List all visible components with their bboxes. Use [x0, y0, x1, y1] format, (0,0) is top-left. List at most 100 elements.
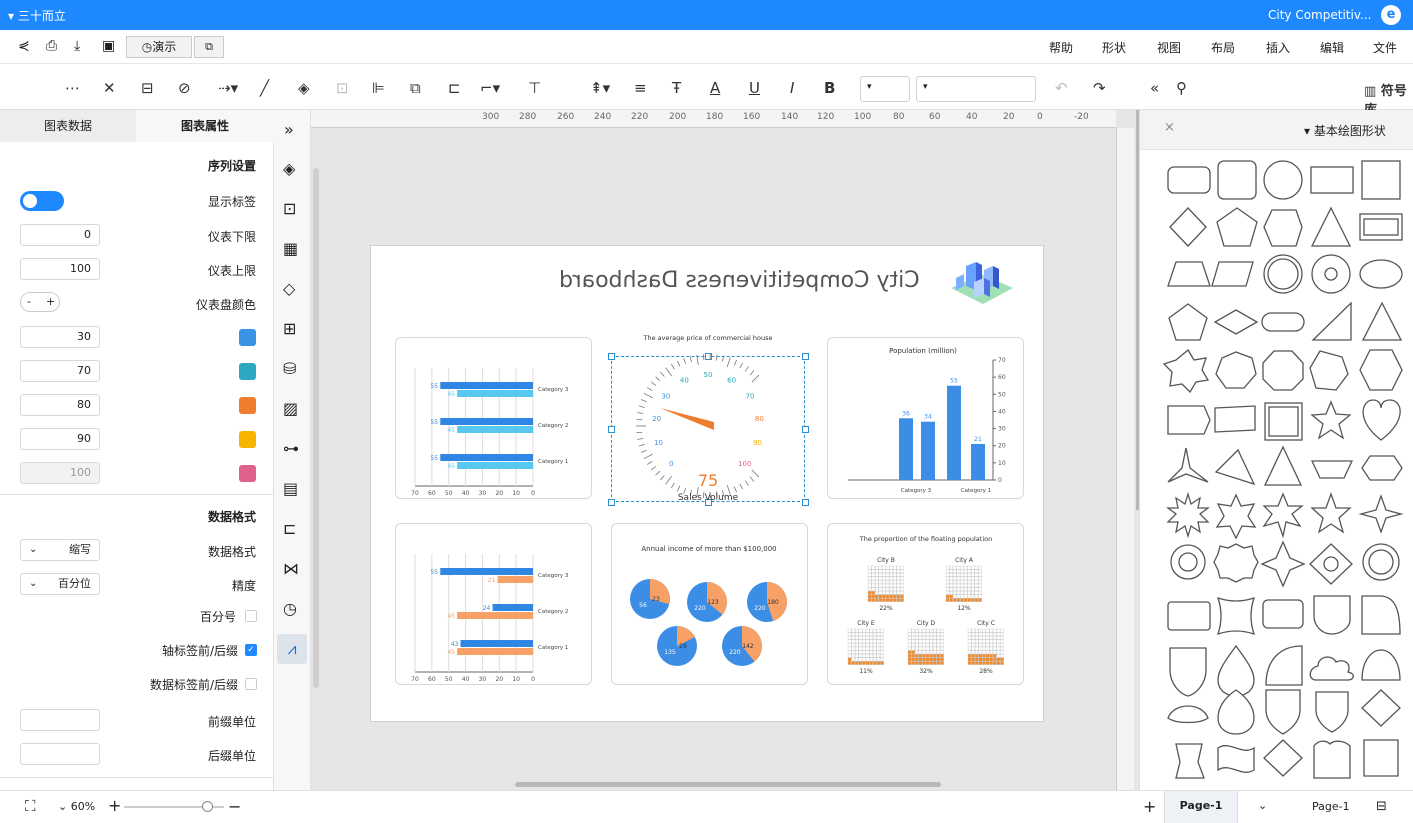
percent-sign-checkbox[interactable]	[245, 610, 257, 622]
zoom-level[interactable]: ⌄ 60%	[58, 800, 95, 813]
search-icon[interactable]: ⚲	[1176, 79, 1187, 97]
font-size-select[interactable]: ▾	[860, 76, 910, 102]
fill-icon[interactable]: ◈	[298, 79, 310, 97]
vertical-scrollbar[interactable]	[1136, 110, 1139, 510]
threshold-color-3[interactable]	[239, 397, 256, 414]
presentation-icon[interactable]: ⊞	[283, 319, 296, 338]
color-stepper[interactable]: - +	[20, 292, 60, 312]
left-scrollbar[interactable]	[313, 168, 319, 688]
axis-affix-checkbox[interactable]: ✓	[245, 644, 257, 656]
threshold-color-4[interactable]	[239, 431, 256, 448]
threshold-color-1[interactable]	[239, 329, 256, 346]
horizontal-scrollbar[interactable]	[515, 782, 941, 787]
menu-shape[interactable]: 形状	[1102, 39, 1126, 56]
present-button[interactable]: ◷演示	[126, 36, 192, 58]
library-category-title[interactable]: ▾ 基本绘图形状	[1304, 122, 1386, 139]
user-menu[interactable]: ▾ 三十而立	[8, 7, 66, 24]
share-icon[interactable]: ⋞	[18, 38, 30, 54]
line-spacing-icon[interactable]: ⇞▾	[590, 79, 610, 97]
database-icon[interactable]: ⛁	[283, 359, 296, 378]
fit-screen-icon[interactable]: ⛶	[25, 797, 36, 815]
collapse-left-icon[interactable]: «	[1150, 79, 1159, 97]
zoom-out-icon[interactable]: −	[228, 797, 241, 816]
font-color-icon[interactable]: A	[710, 79, 720, 97]
connector-icon[interactable]: ⌐▾	[480, 79, 500, 97]
menu-file[interactable]: 文件	[1373, 39, 1397, 56]
menu-view[interactable]: 视图	[1157, 39, 1181, 56]
page-icon[interactable]: ▤	[283, 479, 298, 498]
line-color-icon[interactable]: ╱	[260, 79, 269, 97]
distribute-icon[interactable]: ⊫	[372, 79, 385, 97]
tab-chart-properties[interactable]: 图表属性	[136, 110, 274, 142]
gauge-upper-input[interactable]: 100	[20, 258, 100, 280]
plus-button[interactable]: +	[46, 295, 55, 308]
image-icon[interactable]: ▨	[283, 399, 298, 418]
zoom-slider-thumb[interactable]	[202, 801, 213, 812]
underline-icon[interactable]: U	[749, 79, 760, 97]
data-format-select[interactable]: ⌄缩写	[20, 539, 100, 561]
page-selector[interactable]: Page-1	[1312, 800, 1350, 813]
group-icon[interactable]: ⊡	[336, 79, 349, 97]
history-icon[interactable]: ◷	[283, 599, 297, 618]
menu-help[interactable]: 帮助	[1049, 39, 1073, 56]
more-icon[interactable]: ⋯	[65, 79, 80, 97]
redo-icon[interactable]: ↷	[1093, 79, 1106, 97]
horizontal-bar-card-1[interactable]: 010203040506070Category 1Category 2Categ…	[395, 337, 592, 499]
menu-insert[interactable]: 插入	[1266, 39, 1290, 56]
show-label-toggle[interactable]	[20, 191, 64, 211]
download-icon[interactable]: ⤓	[74, 38, 80, 54]
prefix-unit-input[interactable]	[20, 709, 100, 731]
org-chart-icon[interactable]: ⊶	[283, 439, 299, 458]
add-page-button[interactable]: +	[1143, 797, 1156, 816]
horizontal-bar-card-2[interactable]: 010203040506070Category 1Category 2Categ…	[395, 523, 592, 685]
floating-population-card[interactable]: The proportion of the floating populatio…	[827, 523, 1024, 685]
suffix-unit-input[interactable]	[20, 743, 100, 765]
collapse-right-icon[interactable]: »	[284, 120, 294, 139]
menu-edit[interactable]: 编辑	[1320, 39, 1344, 56]
page-layout-icon[interactable]: ⊟	[1376, 799, 1387, 814]
chevron-down-icon[interactable]: ⌄	[1258, 799, 1267, 812]
threshold-color-2[interactable]	[239, 363, 256, 380]
italic-icon[interactable]: I	[790, 79, 794, 97]
threshold-input-2[interactable]: 70	[20, 360, 100, 382]
minus-button[interactable]: -	[27, 295, 31, 308]
font-family-select[interactable]: ▾	[916, 76, 1036, 102]
arrange-icon[interactable]: ⧉	[410, 79, 421, 97]
connector-style-icon[interactable]: ⊏	[283, 519, 296, 538]
mindmap-icon[interactable]: ⋈	[283, 559, 299, 578]
align-icon[interactable]: ≡	[634, 79, 647, 97]
undo-icon[interactable]: ↶	[1055, 79, 1068, 97]
fullscreen-icon[interactable]: ⧉	[194, 36, 224, 58]
chart-icon[interactable]: ⩘	[277, 634, 307, 664]
page-tab[interactable]: Page-1	[1164, 791, 1238, 823]
precision-select[interactable]: ⌄百分位	[20, 573, 100, 595]
shape-style-icon[interactable]: ⊡	[283, 199, 296, 218]
threshold-input-4[interactable]: 90	[20, 428, 100, 450]
layers-icon[interactable]: ◇	[283, 279, 295, 298]
close-icon[interactable]: ×	[1164, 120, 1175, 135]
line-style-icon[interactable]: ⇢▾	[218, 79, 238, 97]
print-icon[interactable]: ⎙	[46, 38, 57, 54]
textbox-icon[interactable]: ⊤	[528, 79, 541, 97]
dashboard-page[interactable]: City Competitiveness Dashboard Populatio…	[370, 245, 1044, 722]
threshold-input-1[interactable]: 30	[20, 326, 100, 348]
canvas-area[interactable]: -20 0 20 40 60 80 100 120 140 160 180 20…	[311, 110, 1139, 790]
save-icon[interactable]: ▣	[102, 38, 115, 54]
data-affix-checkbox[interactable]	[245, 678, 257, 690]
shadow-icon[interactable]: ⊘	[178, 79, 191, 97]
zoom-in-icon[interactable]: +	[108, 796, 121, 815]
gauge-lower-input[interactable]: 0	[20, 224, 100, 246]
grid-icon[interactable]: ▦	[283, 239, 298, 258]
tools-icon[interactable]: ✕	[103, 79, 116, 97]
shapes-grid[interactable]	[1140, 150, 1413, 790]
lock-icon[interactable]: ⊟	[141, 79, 154, 97]
tab-chart-data[interactable]: 图表数据	[0, 110, 136, 142]
threshold-color-5[interactable]	[239, 465, 256, 482]
bold-icon[interactable]: B	[824, 79, 835, 97]
population-chart-card[interactable]: Population (million)01020304050607021553…	[827, 337, 1024, 499]
threshold-input-3[interactable]: 80	[20, 394, 100, 416]
income-pies-card[interactable]: Annual income of more than $100,00018022…	[611, 523, 808, 685]
fill-style-icon[interactable]: ◈	[283, 159, 295, 178]
menu-layout[interactable]: 布局	[1211, 39, 1235, 56]
align-shapes-icon[interactable]: ⊏	[448, 79, 461, 97]
